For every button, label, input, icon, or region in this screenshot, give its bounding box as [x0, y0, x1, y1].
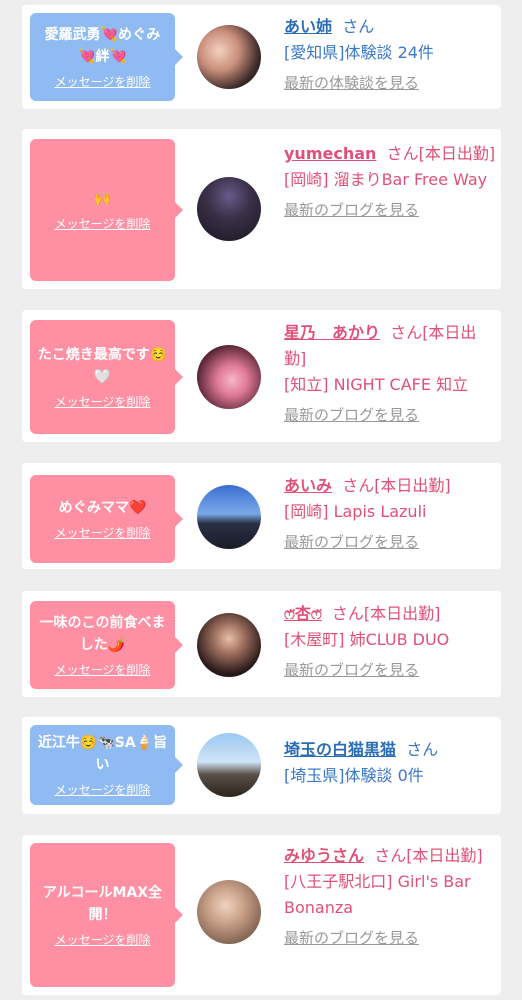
- avatar[interactable]: [197, 177, 261, 241]
- latest-review-link[interactable]: 最新の体験談を見る: [284, 70, 419, 96]
- member-info: みゆうさん さん[本日出勤] [八王子駅北口] Girl's Bar Bonan…: [284, 843, 496, 951]
- message-text: 愛羅武勇💘めぐみ💘絆💘: [44, 27, 161, 65]
- avatar[interactable]: [197, 733, 261, 797]
- member-info: 埼玉の白猫黒猫 さん [埼玉県]体験談 0件: [284, 737, 496, 789]
- member-detail: [埼玉県]体験談 0件: [284, 766, 424, 785]
- delete-message-link[interactable]: メッセージを削除: [55, 394, 151, 410]
- member-card: たこ焼き最高です☺️🤍 メッセージを削除 星乃 あかり さん[本日出勤] [知立…: [22, 310, 501, 442]
- latest-blog-link[interactable]: 最新のブログを見る: [284, 529, 419, 555]
- avatar[interactable]: [197, 485, 261, 549]
- message-text: めぐみママ❤️: [58, 500, 147, 516]
- name-suffix: さん[本日出勤]: [374, 846, 483, 865]
- member-name-link[interactable]: 埼玉の白猫黒猫: [284, 740, 396, 759]
- message-bubble: 🙌 メッセージを削除: [30, 139, 183, 281]
- member-info: あい姉 さん [愛知県]体験談 24件 最新の体験談を見る: [284, 14, 496, 96]
- delete-message-link[interactable]: メッセージを削除: [55, 216, 151, 232]
- latest-blog-link[interactable]: 最新のブログを見る: [284, 657, 419, 683]
- delete-message-link[interactable]: メッセージを削除: [55, 932, 151, 948]
- member-name-link[interactable]: あいみ: [284, 476, 332, 495]
- message-text: 一味のこの前食べました🌶️: [39, 615, 166, 653]
- latest-blog-link[interactable]: 最新のブログを見る: [284, 402, 419, 428]
- latest-blog-link[interactable]: 最新のブログを見る: [284, 925, 419, 951]
- member-card: アルコールMAX全開！ メッセージを削除 みゆうさん さん[本日出勤] [八王子…: [22, 835, 501, 995]
- avatar[interactable]: [197, 880, 261, 944]
- name-suffix: さん: [406, 740, 439, 759]
- avatar[interactable]: [197, 25, 261, 89]
- message-bubble: アルコールMAX全開！ メッセージを削除: [30, 843, 183, 987]
- message-bubble: 近江牛☺️🐄SA🍦旨い メッセージを削除: [30, 725, 183, 805]
- delete-message-link[interactable]: メッセージを削除: [55, 525, 151, 541]
- member-name-link[interactable]: yumechan: [284, 144, 376, 163]
- member-detail: [愛知県]体験談 24件: [284, 43, 434, 62]
- member-card: 一味のこの前食べました🌶️ メッセージを削除 ෆ̈杏ෆ̈ さん[本日出勤] [木…: [22, 591, 501, 697]
- member-name-link[interactable]: ෆ̈杏ෆ̈: [284, 604, 322, 623]
- message-text: 近江牛☺️🐄SA🍦旨い: [37, 735, 168, 773]
- member-card: 🙌 メッセージを削除 yumechan さん[本日出勤] [岡崎] 溜まりBar…: [22, 129, 501, 289]
- member-card: 近江牛☺️🐄SA🍦旨い メッセージを削除 埼玉の白猫黒猫 さん [埼玉県]体験談…: [22, 717, 501, 814]
- name-suffix: さん: [342, 17, 375, 36]
- message-text: たこ焼き最高です☺️🤍: [37, 347, 168, 385]
- name-suffix: さん[本日出勤]: [331, 604, 441, 623]
- name-suffix: さん[本日出勤]: [386, 144, 496, 163]
- name-suffix: さん[本日出勤]: [342, 476, 451, 495]
- member-info: ෆ̈杏ෆ̈ さん[本日出勤] [木屋町] 姉CLUB DUO 最新のブログを見る: [284, 601, 496, 683]
- member-card: 愛羅武勇💘めぐみ💘絆💘 メッセージを削除 あい姉 さん [愛知県]体験談 24件…: [22, 5, 501, 109]
- member-name-link[interactable]: 星乃 あかり: [284, 323, 380, 342]
- delete-message-link[interactable]: メッセージを削除: [55, 782, 151, 798]
- member-detail: [知立] NIGHT CAFE 知立: [284, 375, 469, 394]
- member-detail: [岡崎] 溜まりBar Free Way: [284, 170, 488, 189]
- member-detail: [八王子駅北口] Girl's Bar Bonanza: [284, 872, 471, 917]
- message-bubble: 一味のこの前食べました🌶️ メッセージを削除: [30, 601, 183, 689]
- member-name-link[interactable]: みゆうさん: [284, 846, 364, 865]
- latest-blog-link[interactable]: 最新のブログを見る: [284, 197, 419, 223]
- message-text: アルコールMAX全開！: [42, 885, 163, 923]
- member-info: yumechan さん[本日出勤] [岡崎] 溜まりBar Free Way 最…: [284, 141, 496, 223]
- message-text: 🙌: [93, 191, 112, 207]
- member-detail: [岡崎] Lapis Lazuli: [284, 502, 427, 521]
- member-name-link[interactable]: あい姉: [284, 17, 332, 36]
- delete-message-link[interactable]: メッセージを削除: [55, 662, 151, 678]
- member-detail: [木屋町] 姉CLUB DUO: [284, 630, 450, 649]
- message-bubble: 愛羅武勇💘めぐみ💘絆💘 メッセージを削除: [30, 13, 183, 101]
- member-info: あいみ さん[本日出勤] [岡崎] Lapis Lazuli 最新のブログを見る: [284, 473, 496, 555]
- member-info: 星乃 あかり さん[本日出勤] [知立] NIGHT CAFE 知立 最新のブロ…: [284, 320, 496, 428]
- member-card: めぐみママ❤️ メッセージを削除 あいみ さん[本日出勤] [岡崎] Lapis…: [22, 463, 501, 569]
- avatar[interactable]: [197, 345, 261, 409]
- message-bubble: たこ焼き最高です☺️🤍 メッセージを削除: [30, 320, 183, 434]
- message-bubble: めぐみママ❤️ メッセージを削除: [30, 475, 183, 563]
- delete-message-link[interactable]: メッセージを削除: [55, 74, 151, 90]
- avatar[interactable]: [197, 613, 261, 677]
